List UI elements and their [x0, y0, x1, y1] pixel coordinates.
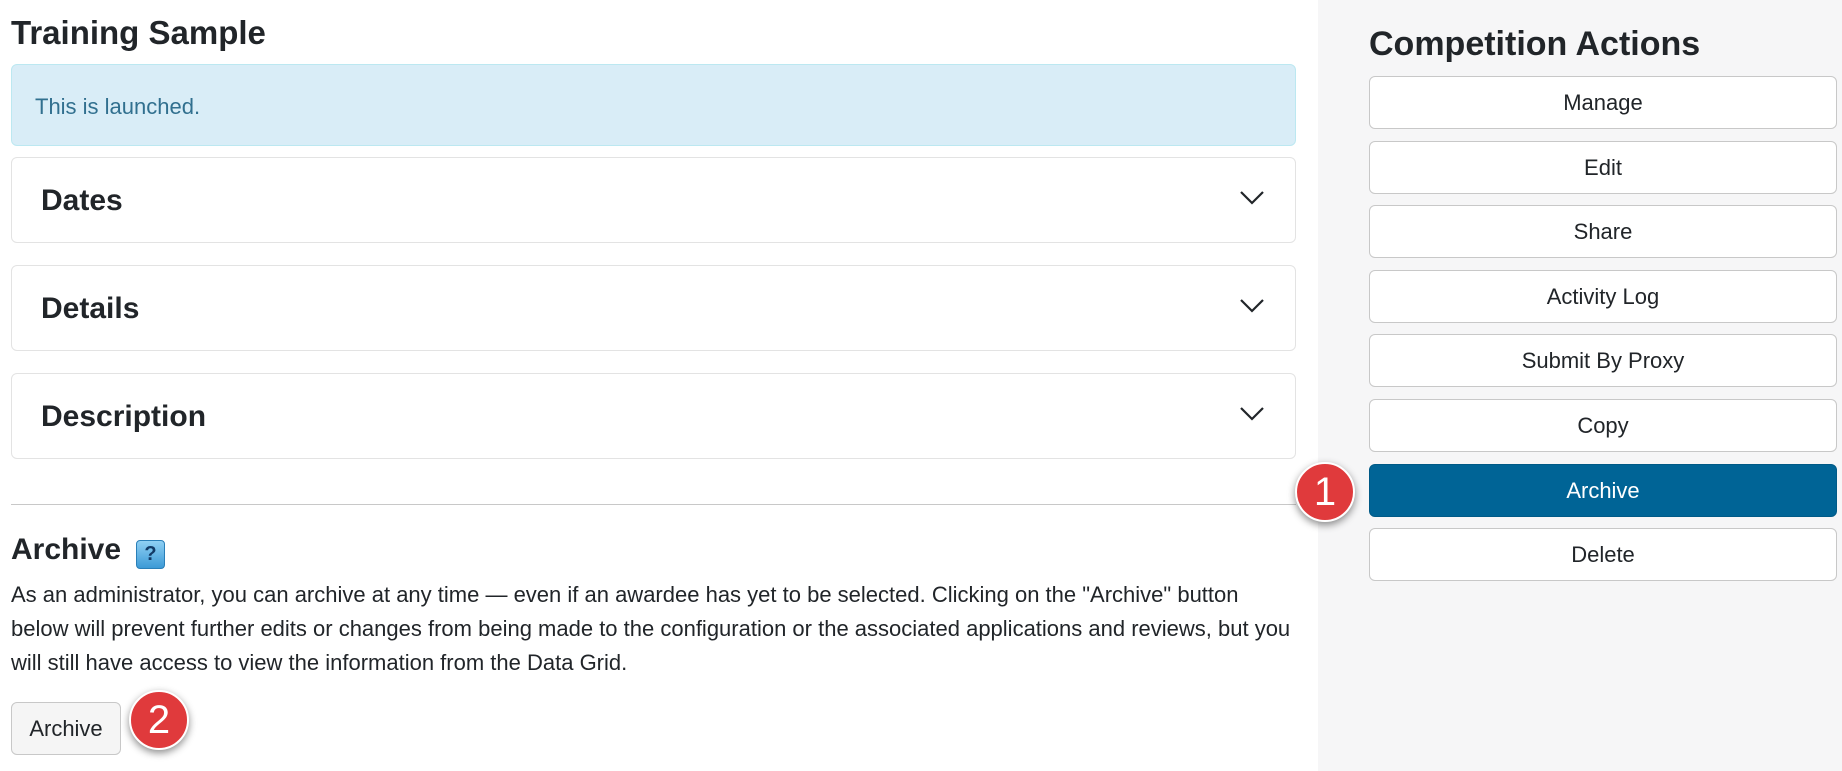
- divider: [11, 504, 1296, 505]
- manage-button[interactable]: Manage: [1369, 76, 1837, 129]
- status-alert: This is launched.: [11, 64, 1296, 146]
- sidebar-archive-button[interactable]: Archive: [1369, 464, 1837, 517]
- panel-details[interactable]: Details: [11, 265, 1296, 351]
- alert-text: This is launched.: [35, 94, 201, 119]
- panel-title: Dates: [41, 184, 123, 217]
- panel-dates[interactable]: Dates: [11, 157, 1296, 243]
- step-badge-2: 2: [129, 690, 189, 750]
- archive-section-title: Archive: [11, 533, 122, 566]
- panel-description[interactable]: Description: [11, 373, 1296, 459]
- activity-log-button[interactable]: Activity Log: [1369, 270, 1837, 323]
- page-title: Training Sample: [11, 14, 266, 51]
- edit-button[interactable]: Edit: [1369, 141, 1837, 194]
- panel-title: Details: [41, 292, 140, 325]
- step-badge-1: 1: [1295, 462, 1355, 522]
- copy-button[interactable]: Copy: [1369, 399, 1837, 452]
- main-content: Training Sample This is launched. Dates …: [0, 0, 1318, 771]
- archive-description: As an administrator, you can archive at …: [11, 582, 1291, 675]
- chevron-down-icon: [1239, 405, 1265, 423]
- panel-title: Description: [41, 400, 207, 433]
- chevron-down-icon: [1239, 297, 1265, 315]
- archive-button[interactable]: Archive: [11, 702, 121, 755]
- delete-button[interactable]: Delete: [1369, 528, 1837, 581]
- share-button[interactable]: Share: [1369, 205, 1837, 258]
- sidebar-title: Competition Actions: [1369, 25, 1701, 63]
- submit-by-proxy-button[interactable]: Submit By Proxy: [1369, 334, 1837, 387]
- question-icon[interactable]: ?: [136, 540, 165, 569]
- chevron-down-icon: [1239, 189, 1265, 207]
